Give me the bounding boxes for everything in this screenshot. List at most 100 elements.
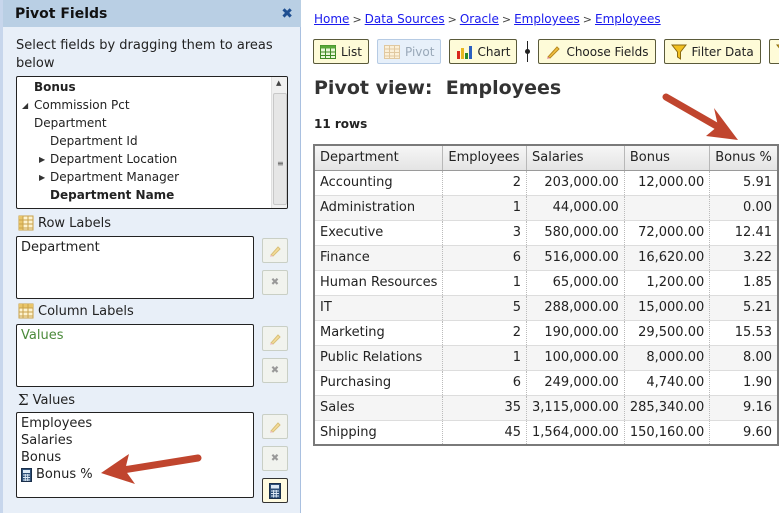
- cell-salaries: 580,000.00: [526, 220, 625, 246]
- close-icon[interactable]: ✖: [281, 6, 293, 22]
- x-icon: ✖: [270, 365, 280, 376]
- cell-bonus: 1,200.00: [624, 270, 711, 296]
- table-row[interactable]: Marketing 2 190,000.00 29,500.00 15.53: [314, 320, 779, 346]
- toolbar: List Pivot Chart Choose Fields Filter Da…: [313, 39, 779, 64]
- expanded-triangle-icon[interactable]: ◢: [22, 101, 28, 110]
- table-row[interactable]: Human Resources 1 65,000.00 1,200.00 1.85: [314, 270, 779, 296]
- table-row[interactable]: Sales 35 3,115,000.00 285,340.00 9.16: [314, 395, 779, 421]
- cell-bonus-pct: 3.22: [709, 245, 779, 271]
- table-row[interactable]: Administration 1 44,000.00 0.00: [314, 195, 779, 221]
- column-header-department[interactable]: Department: [314, 145, 444, 171]
- table-row[interactable]: Executive 3 580,000.00 72,000.00 12.41: [314, 220, 779, 246]
- field-item[interactable]: Bonus: [34, 78, 76, 96]
- cell-salaries: 249,000.00: [526, 370, 625, 396]
- values-title: Values: [32, 392, 76, 408]
- cell-bonus: 72,000.00: [624, 220, 711, 246]
- cell-salaries: 44,000.00: [526, 195, 625, 221]
- field-item[interactable]: Department Id: [50, 132, 138, 150]
- table-row[interactable]: Purchasing 6 249,000.00 4,740.00 1.90: [314, 370, 779, 396]
- value-item-calculated[interactable]: Bonus %: [21, 466, 249, 483]
- pencil-icon: [268, 332, 282, 346]
- value-item[interactable]: Employees: [21, 415, 249, 432]
- cell-bonus: 150,160.00: [624, 420, 711, 446]
- cell-department: IT: [314, 295, 444, 321]
- breadcrumb-employees-view[interactable]: Employees: [595, 12, 661, 26]
- cell-bonus-pct: 5.21: [709, 295, 779, 321]
- list-button[interactable]: List: [313, 39, 369, 64]
- column-labels-dropzone[interactable]: Values: [16, 324, 254, 387]
- remove-row-label-button[interactable]: ✖: [262, 270, 288, 295]
- edit-row-label-button[interactable]: [262, 238, 288, 263]
- table-row[interactable]: Accounting 2 203,000.00 12,000.00 5.91: [314, 170, 779, 196]
- field-item[interactable]: Department Name: [50, 186, 174, 204]
- calculator-icon: [21, 467, 32, 482]
- remove-value-button[interactable]: ✖: [262, 446, 288, 471]
- list-label: List: [341, 44, 362, 59]
- collapsed-triangle-icon[interactable]: ▶: [39, 173, 45, 182]
- row-labels-dropzone[interactable]: Department: [16, 236, 254, 299]
- column-label-item[interactable]: Values: [21, 327, 249, 344]
- table-header-row: Department Employees Salaries Bonus Bonu…: [314, 145, 779, 171]
- edit-column-label-button[interactable]: [262, 326, 288, 351]
- breadcrumb-employees-source[interactable]: Employees: [514, 12, 580, 26]
- cell-department: Shipping: [314, 420, 444, 446]
- column-header-bonus[interactable]: Bonus: [624, 145, 711, 171]
- column-header-bonus-pct[interactable]: Bonus %: [709, 145, 779, 171]
- pivot-label: Pivot: [404, 44, 435, 59]
- row-label-item[interactable]: Department: [21, 239, 249, 256]
- cell-salaries: 65,000.00: [526, 270, 625, 296]
- x-icon: ✖: [270, 453, 280, 464]
- column-header-salaries[interactable]: Salaries: [526, 145, 625, 171]
- field-item[interactable]: Department Location: [50, 150, 177, 168]
- pivot-button[interactable]: Pivot: [376, 39, 442, 64]
- value-item[interactable]: Salaries: [21, 432, 249, 449]
- cell-bonus: 8,000.00: [624, 345, 711, 371]
- cell-department: Accounting: [314, 170, 444, 196]
- row-labels-header: Row Labels: [18, 215, 111, 231]
- value-item[interactable]: Bonus: [21, 449, 249, 466]
- breadcrumb-separator: >: [501, 13, 512, 26]
- field-item[interactable]: Department Manager: [50, 168, 179, 186]
- cell-bonus: 285,340.00: [624, 395, 711, 421]
- choose-fields-button[interactable]: Choose Fields: [538, 39, 656, 64]
- remove-column-label-button[interactable]: ✖: [262, 358, 288, 383]
- values-dropzone[interactable]: Employees Salaries Bonus Bonus %: [16, 412, 254, 498]
- sigma-icon: Σ: [18, 391, 29, 409]
- add-calculated-field-button[interactable]: [262, 478, 288, 503]
- cell-bonus: 16,620.00: [624, 245, 711, 271]
- cell-employees: 1: [442, 270, 527, 296]
- pencil-icon: [268, 420, 282, 434]
- field-item[interactable]: Commission Pct: [34, 96, 130, 114]
- annotation-arrow-right: [662, 93, 738, 140]
- cell-bonus-pct: 9.16: [709, 395, 779, 421]
- table-row[interactable]: Finance 6 516,000.00 16,620.00 3.22: [314, 245, 779, 271]
- cell-bonus-pct: 5.91: [709, 170, 779, 196]
- field-item[interactable]: Department: [34, 114, 107, 132]
- scrollbar-thumb[interactable]: ≡: [273, 93, 287, 205]
- cell-department: Sales: [314, 395, 444, 421]
- field-list[interactable]: Bonus Commission Pct ◢ Department Depart…: [16, 76, 288, 209]
- breadcrumb: Home > Data Sources > Oracle > Employees > Emplo…: [314, 12, 661, 26]
- grip-icon: ≡: [277, 159, 284, 168]
- table-row[interactable]: Public Relations 1 100,000.00 8,000.00 8.00: [314, 345, 779, 371]
- breadcrumb-separator: >: [447, 13, 457, 26]
- column-header-employees[interactable]: Employees: [442, 145, 527, 171]
- chart-button[interactable]: Chart: [449, 39, 518, 64]
- scroll-up-icon[interactable]: ▲: [276, 79, 281, 87]
- breadcrumb-oracle[interactable]: Oracle: [460, 12, 499, 26]
- cell-salaries: 1,564,000.00: [526, 420, 625, 446]
- breadcrumb-home[interactable]: Home: [314, 12, 349, 26]
- cell-bonus-pct: 0.00: [709, 195, 779, 221]
- breadcrumb-data-sources[interactable]: Data Sources: [365, 12, 445, 26]
- cell-salaries: 100,000.00: [526, 345, 625, 371]
- cell-bonus-pct: 9.60: [709, 420, 779, 446]
- edit-value-button[interactable]: [262, 414, 288, 439]
- top-filter-button[interactable]: To: [768, 39, 779, 64]
- cell-bonus-pct: 1.90: [709, 370, 779, 396]
- table-row[interactable]: Shipping 45 1,564,000.00 150,160.00 9.60: [314, 420, 779, 446]
- cell-bonus-pct: 12.41: [709, 220, 779, 246]
- filter-data-button[interactable]: Filter Data: [663, 39, 761, 64]
- field-list-scrollbar[interactable]: ▲ ≡: [271, 77, 287, 208]
- collapsed-triangle-icon[interactable]: ▶: [39, 155, 45, 164]
- table-row[interactable]: IT 5 288,000.00 15,000.00 5.21: [314, 295, 779, 321]
